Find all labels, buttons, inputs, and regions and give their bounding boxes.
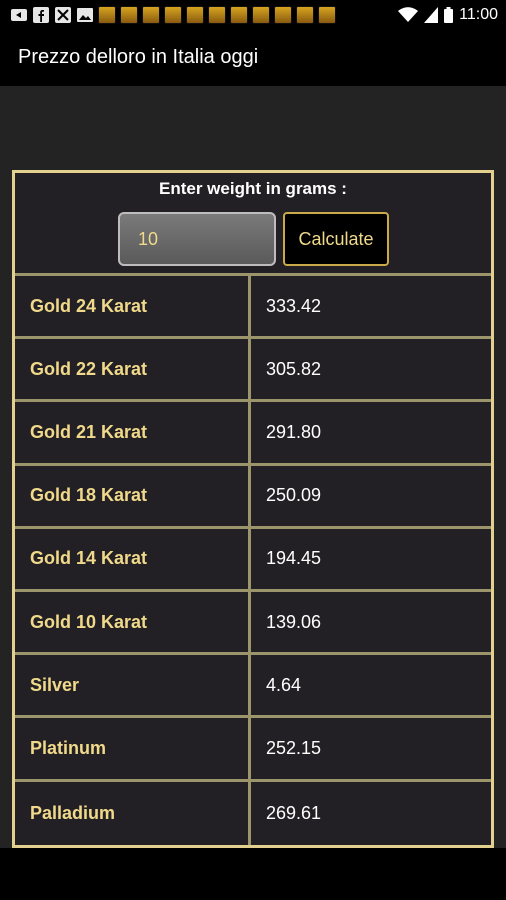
facebook-icon bbox=[33, 7, 49, 23]
status-bar: 11:00 bbox=[0, 0, 506, 30]
app-notification-icon bbox=[296, 6, 314, 24]
table-row: Palladium 269.61 bbox=[15, 781, 491, 845]
app-notification-icon bbox=[208, 6, 226, 24]
metal-price: 250.09 bbox=[266, 485, 322, 506]
app-bar: Prezzo delloro in Italia oggi bbox=[0, 30, 506, 86]
metal-name: Gold 22 Karat bbox=[15, 339, 251, 400]
table-row: Gold 10 Karat 139.06 bbox=[15, 591, 491, 656]
table-row: Platinum 252.15 bbox=[15, 718, 491, 782]
app-notification-icon bbox=[142, 6, 160, 24]
app-notification-icon bbox=[164, 6, 182, 24]
table-row: Gold 14 Karat 194.45 bbox=[15, 528, 491, 592]
table-row: Gold 18 Karat 250.09 bbox=[15, 465, 491, 529]
metal-price: 305.82 bbox=[266, 358, 322, 379]
weight-input[interactable]: 10 bbox=[118, 212, 276, 266]
calculate-button[interactable]: Calculate bbox=[283, 212, 389, 266]
metal-price: 4.64 bbox=[266, 674, 302, 695]
notification-icons bbox=[10, 6, 336, 24]
metal-name: Gold 10 Karat bbox=[15, 591, 251, 653]
table-row: Gold 21 Karat 291.80 bbox=[15, 402, 491, 466]
back-icon bbox=[11, 9, 27, 21]
metal-name: Gold 14 Karat bbox=[15, 528, 251, 589]
main-content: Enter weight in grams : 10 Calculate Gol… bbox=[0, 86, 506, 848]
metal-price: 194.45 bbox=[266, 548, 322, 569]
app-notification-icon bbox=[186, 6, 204, 24]
status-right: 11:00 bbox=[398, 5, 498, 25]
metal-price: 139.06 bbox=[266, 611, 322, 632]
app-notification-icon bbox=[252, 6, 270, 24]
metal-name: Gold 24 Karat bbox=[15, 276, 251, 337]
price-table: Gold 24 Karat 333.42 Gold 22 Karat 305.8… bbox=[15, 273, 491, 845]
metal-name: Platinum bbox=[15, 718, 251, 779]
metal-price: 269.61 bbox=[266, 802, 322, 823]
app-notification-icon bbox=[98, 6, 116, 24]
metal-name: Gold 21 Karat bbox=[15, 402, 251, 463]
app-notification-icon bbox=[318, 6, 336, 24]
table-row: Gold 24 Karat 333.42 bbox=[15, 276, 491, 340]
metal-price: 291.80 bbox=[266, 421, 322, 442]
price-panel: Enter weight in grams : 10 Calculate Gol… bbox=[12, 170, 494, 848]
table-row: Gold 22 Karat 305.82 bbox=[15, 339, 491, 403]
app-notification-icon bbox=[230, 6, 248, 24]
wifi-icon bbox=[398, 7, 419, 22]
metal-name: Silver bbox=[15, 655, 251, 716]
weight-prompt: Enter weight in grams : bbox=[159, 179, 347, 198]
signal-icon bbox=[424, 7, 439, 23]
metal-name: Gold 18 Karat bbox=[15, 465, 251, 526]
app-title: Prezzo delloro in Italia oggi bbox=[18, 46, 259, 68]
metal-price: 252.15 bbox=[266, 737, 322, 758]
metal-name: Palladium bbox=[15, 781, 251, 845]
navigation-bar bbox=[0, 848, 506, 900]
image-icon bbox=[77, 8, 93, 22]
metal-price: 333.42 bbox=[266, 295, 322, 316]
clock: 11:00 bbox=[459, 6, 498, 23]
battery-icon bbox=[444, 7, 454, 23]
app-notification-icon bbox=[120, 6, 138, 24]
table-row: Silver 4.64 bbox=[15, 655, 491, 719]
app-notification-icon bbox=[274, 6, 292, 24]
tools-icon bbox=[55, 7, 71, 23]
